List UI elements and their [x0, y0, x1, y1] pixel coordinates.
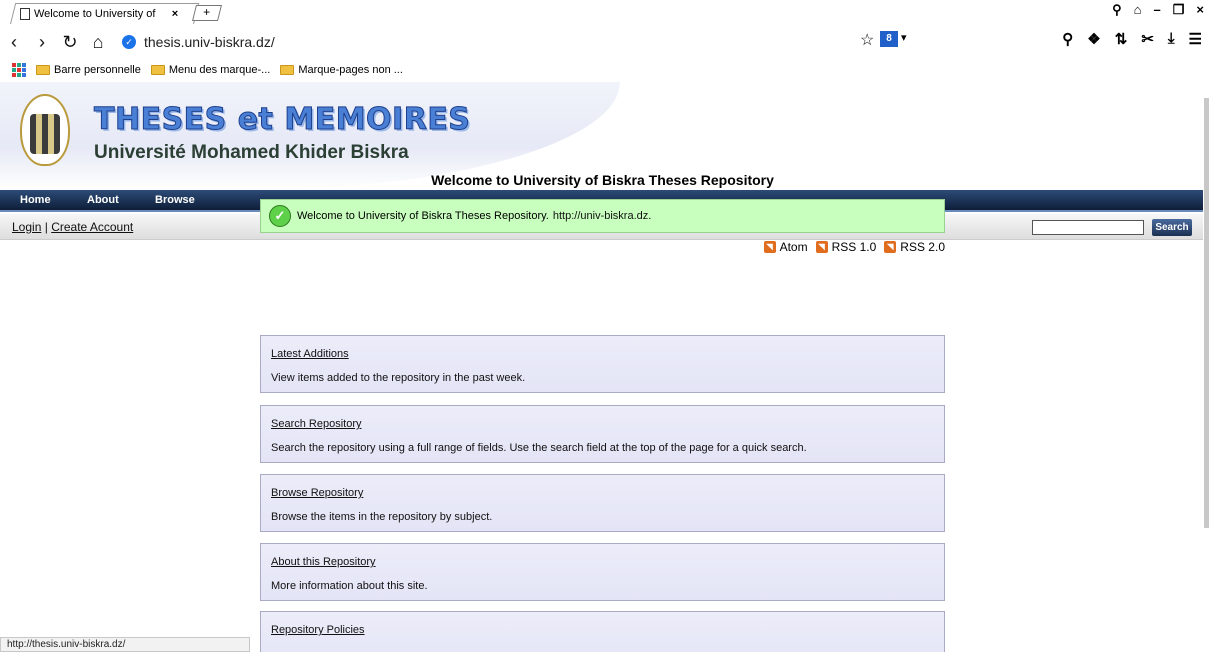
feed-label: RSS 2.0 — [900, 240, 945, 254]
card-description: Search the repository using a full range… — [271, 442, 807, 454]
site-title: THESES et MEMOIRES — [93, 102, 471, 138]
card-description: More information about this site. — [271, 580, 428, 592]
search-engine-icon[interactable]: 8 — [880, 31, 898, 47]
folder-icon — [150, 65, 165, 75]
extension-icons: ⚲ ❖ ⇅ ✂ ⤓ ☰ — [1062, 30, 1202, 48]
status-url-bubble: http://thesis.univ-biskra.dz/ — [0, 637, 250, 652]
page-title: Welcome to University of Biskra Theses R… — [431, 172, 774, 188]
browser-toolbar: ‹ › ↻ ⌂ ✓ thesis.univ-biskra.dz/ — [0, 26, 1210, 58]
card-description: View items added to the repository in th… — [271, 372, 526, 384]
close-window-icon[interactable]: × — [1196, 2, 1204, 18]
bookmark-label: Marque-pages non ... — [298, 64, 403, 76]
restore-icon[interactable]: ❐ — [1173, 2, 1185, 18]
browser-window: Welcome to University of × + ⚲ ⌂ – ❐ × ‹… — [0, 0, 1210, 652]
bookmark-star-icon[interactable]: ☆ — [860, 30, 874, 50]
atom-feed-link[interactable]: ◥ Atom — [763, 240, 808, 254]
check-icon: ✓ — [269, 205, 291, 227]
separator: | — [44, 220, 48, 234]
home-icon[interactable]: ⌂ — [84, 32, 112, 53]
bookmarks-bar: Barre personnelle Menu des marque-... Ma… — [0, 59, 1210, 81]
card-link[interactable]: Browse Repository — [271, 487, 363, 499]
extension-icon[interactable]: ❖ — [1087, 30, 1100, 48]
menu-home[interactable]: Home — [20, 194, 51, 206]
back-icon[interactable]: ‹ — [0, 32, 28, 53]
bookmark-label: Barre personnelle — [54, 64, 141, 76]
scroll-thumb[interactable] — [1204, 98, 1209, 528]
site-subtitle: Université Mohamed Khider Biskra — [94, 142, 409, 163]
menu-about[interactable]: About — [87, 194, 119, 206]
card-link[interactable]: Latest Additions — [271, 348, 349, 360]
card-latest-additions: Latest Additions View items added to the… — [260, 335, 945, 393]
menu-icon[interactable]: ☰ — [1189, 30, 1202, 48]
rss1-feed-link[interactable]: ◥ RSS 1.0 — [815, 240, 877, 254]
sync-icon[interactable]: ⇅ — [1115, 30, 1128, 48]
folder-icon — [36, 65, 50, 75]
search-icon[interactable]: ⚲ — [1112, 2, 1122, 18]
secure-icon: ✓ — [122, 35, 136, 49]
vertical-scrollbar[interactable] — [1203, 82, 1210, 652]
window-controls: ⚲ ⌂ – ❐ × — [1112, 2, 1204, 18]
tab-strip: Welcome to University of × + ⚲ ⌂ – ❐ × — [0, 0, 1210, 24]
card-about-repository: About this Repository More information a… — [260, 543, 945, 601]
notice-period: . — [648, 210, 652, 222]
login-link[interactable]: Login — [12, 220, 41, 234]
card-link[interactable]: Repository Policies — [271, 624, 365, 636]
address-bar[interactable]: ✓ thesis.univ-biskra.dz/ — [122, 30, 900, 54]
forward-icon[interactable]: › — [28, 32, 56, 53]
page-icon — [20, 7, 30, 20]
minimize-icon[interactable]: – — [1154, 2, 1161, 18]
magnifier-icon[interactable]: ⚲ — [1062, 30, 1073, 48]
apps-grid-icon[interactable] — [12, 63, 26, 77]
bookmark-folder[interactable]: Barre personnelle — [36, 64, 141, 76]
download-icon[interactable]: ⤓ — [1168, 30, 1175, 48]
bookmark-label: Menu des marque-... — [168, 64, 271, 76]
rss-icon: ◥ — [815, 241, 828, 253]
new-tab-button[interactable]: + — [192, 5, 222, 21]
logo-emblem — [30, 114, 60, 154]
create-account-link[interactable]: Create Account — [51, 220, 133, 234]
profile-icon[interactable]: ⌂ — [1134, 2, 1142, 18]
card-description: Browse the items in the repository by su… — [271, 511, 493, 523]
card-repository-policies: Repository Policies — [260, 611, 945, 652]
close-tab-icon[interactable]: × — [168, 8, 182, 20]
scissors-icon[interactable]: ✂ — [1141, 30, 1154, 48]
account-links: Login | Create Account — [12, 220, 133, 234]
reload-icon[interactable]: ↻ — [56, 32, 84, 53]
university-logo[interactable] — [20, 94, 70, 166]
university-link[interactable]: http://univ-biskra.dz — [553, 210, 648, 222]
card-search-repository: Search Repository Search the repository … — [260, 405, 945, 463]
feed-label: Atom — [779, 240, 808, 254]
welcome-notice: ✓ Welcome to University of Biskra Theses… — [260, 199, 945, 233]
card-browse-repository: Browse Repository Browse the items in th… — [260, 474, 945, 532]
folder-icon — [280, 65, 295, 75]
feed-label: RSS 1.0 — [831, 240, 877, 254]
rss2-feed-link[interactable]: ◥ RSS 2.0 — [884, 240, 945, 254]
rss-icon: ◥ — [884, 241, 897, 253]
tab-active[interactable]: Welcome to University of × — [6, 3, 190, 24]
rss-icon: ◥ — [763, 241, 776, 253]
card-link[interactable]: About this Repository — [271, 556, 376, 568]
bookmark-folder[interactable]: Marque-pages non ... — [280, 64, 403, 76]
search-input[interactable] — [1032, 220, 1144, 235]
tab-title: Welcome to University of — [34, 7, 156, 20]
search-button[interactable]: Search — [1152, 219, 1192, 236]
url-text[interactable]: thesis.univ-biskra.dz/ — [144, 34, 275, 50]
feed-links: ◥ Atom ◥ RSS 1.0 ◥ RSS 2.0 — [760, 240, 945, 254]
card-link[interactable]: Search Repository — [271, 418, 362, 430]
notice-text: Welcome to University of Biskra Theses R… — [297, 210, 549, 222]
plus-icon: + — [203, 5, 211, 19]
menu-browse[interactable]: Browse — [155, 194, 195, 206]
chevron-down-icon[interactable]: ▾ — [901, 31, 907, 44]
bookmark-folder[interactable]: Menu des marque-... — [150, 64, 271, 76]
